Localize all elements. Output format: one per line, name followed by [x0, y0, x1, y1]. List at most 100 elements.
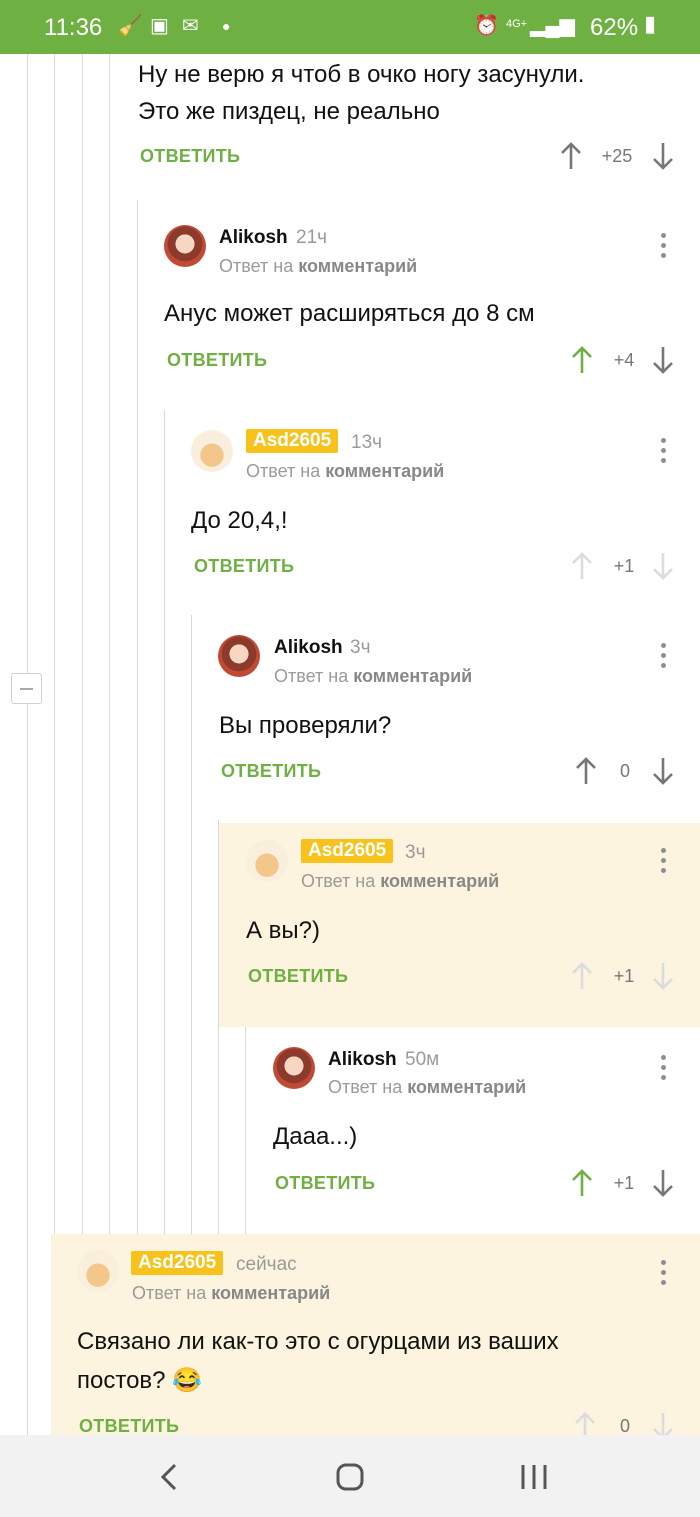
- reply-prefix: Ответ на: [301, 871, 376, 891]
- comment-author[interactable]: Alikosh: [274, 637, 343, 659]
- reply-button[interactable]: ОТВЕТИТЬ: [167, 350, 267, 371]
- status-bar: 11:36 🧹 ▣ ✉ ● ⏰ 4G+ ▂▄▆ 62% ▮: [0, 0, 700, 54]
- reply-to[interactable]: Ответ на комментарий: [132, 1283, 330, 1304]
- avatar[interactable]: [218, 635, 260, 677]
- upvote-icon[interactable]: [571, 1169, 593, 1197]
- more-options-icon[interactable]: [660, 1055, 666, 1081]
- downvote-icon[interactable]: [652, 346, 674, 374]
- comment-text: А вы?): [246, 917, 321, 944]
- downvote-icon[interactable]: [652, 962, 674, 990]
- comment: Alikosh 21ч Ответ на комментарий Анус мо…: [138, 205, 700, 405]
- collapse-thread-button[interactable]: [11, 673, 42, 704]
- reply-button[interactable]: ОТВЕТИТЬ: [140, 146, 240, 167]
- reply-prefix: Ответ на: [219, 256, 294, 276]
- downvote-icon[interactable]: [652, 757, 674, 785]
- comment-score: +1: [613, 1173, 635, 1193]
- comment-score: +4: [613, 350, 635, 370]
- reply-prefix: Ответ на: [246, 461, 321, 481]
- avatar[interactable]: [164, 225, 206, 267]
- upvote-icon[interactable]: [571, 552, 593, 580]
- comment: Asd2605 сейчас Ответ на комментарий Связ…: [51, 1234, 700, 1440]
- comment-text-line: постов? 😂: [77, 1367, 203, 1394]
- reply-prefix: Ответ на: [328, 1077, 403, 1097]
- thread-line: [27, 54, 28, 1435]
- downvote-icon[interactable]: [652, 552, 674, 580]
- comment: Asd2605 13ч Ответ на комментарий До 20,4…: [165, 410, 700, 615]
- comment-time: 3ч: [405, 842, 426, 863]
- more-options-icon[interactable]: [660, 848, 666, 874]
- dot-icon: ●: [222, 18, 231, 34]
- reply-to[interactable]: Ответ на комментарий: [274, 666, 472, 687]
- comment-score: +1: [613, 556, 635, 576]
- network-type: 4G+: [506, 18, 528, 30]
- reply-to[interactable]: Ответ на комментарий: [328, 1077, 526, 1098]
- comment-score: +25: [601, 146, 633, 166]
- image-icon: ▣: [150, 15, 169, 37]
- reply-button[interactable]: ОТВЕТИТЬ: [79, 1416, 179, 1437]
- comment: Alikosh 3ч Ответ на комментарий Вы прове…: [192, 615, 700, 820]
- comment-text: Вы проверяли?: [219, 712, 392, 739]
- avatar[interactable]: [77, 1250, 119, 1292]
- battery-level: 62%: [590, 14, 639, 41]
- comment-text: Дааа...): [273, 1123, 358, 1150]
- signal-icon: ▂▄▆: [530, 15, 575, 37]
- upvote-icon[interactable]: [571, 346, 593, 374]
- comment-time: 3ч: [350, 637, 371, 658]
- upvote-icon[interactable]: [575, 757, 597, 785]
- reply-button[interactable]: ОТВЕТИТЬ: [275, 1173, 375, 1194]
- thread-line: [109, 54, 110, 1234]
- alarm-icon: ⏰: [474, 15, 499, 37]
- mail-icon: ✉: [182, 15, 199, 37]
- comment-author[interactable]: Asd2605: [131, 1251, 224, 1275]
- reply-target[interactable]: комментарий: [353, 666, 472, 686]
- comment-score: 0: [619, 761, 630, 781]
- upvote-icon[interactable]: [560, 142, 582, 170]
- reply-target[interactable]: комментарий: [211, 1283, 330, 1303]
- avatar[interactable]: [273, 1047, 315, 1089]
- comment-text-line: Это же пиздец, не реально: [138, 98, 440, 125]
- thread-line: [54, 54, 55, 1234]
- navigation-bar: [0, 1435, 700, 1517]
- reply-to[interactable]: Ответ на комментарий: [301, 871, 499, 892]
- reply-target[interactable]: комментарий: [407, 1077, 526, 1097]
- comment-author[interactable]: Alikosh: [219, 227, 288, 249]
- upvote-icon[interactable]: [571, 962, 593, 990]
- comment-author[interactable]: Asd2605: [246, 429, 339, 453]
- more-options-icon[interactable]: [660, 643, 666, 669]
- reply-button[interactable]: ОТВЕТИТЬ: [194, 556, 294, 577]
- comment-top: Ну не верю я чтоб в очко ногу засунули. …: [110, 54, 700, 200]
- reply-button[interactable]: ОТВЕТИТЬ: [248, 966, 348, 987]
- comment-text: До 20,4,!: [191, 507, 288, 534]
- comment-time: 13ч: [351, 432, 383, 453]
- avatar[interactable]: [246, 840, 288, 882]
- reply-to[interactable]: Ответ на комментарий: [246, 461, 444, 482]
- broom-icon: 🧹: [118, 15, 143, 37]
- status-time: 11:36: [44, 14, 103, 41]
- recent-apps-icon[interactable]: [514, 1457, 554, 1497]
- comment-text: Анус может расширяться до 8 см: [164, 300, 535, 327]
- reply-button[interactable]: ОТВЕТИТЬ: [221, 761, 321, 782]
- comment-text-line: Связано ли как-то это с огурцами из ваши…: [77, 1328, 559, 1355]
- reply-prefix: Ответ на: [274, 666, 349, 686]
- reply-to[interactable]: Ответ на комментарий: [219, 256, 417, 277]
- comment-time: сейчас: [236, 1254, 297, 1275]
- comment-author[interactable]: Asd2605: [301, 839, 394, 863]
- home-icon[interactable]: [330, 1457, 370, 1497]
- reply-target[interactable]: комментарий: [298, 256, 417, 276]
- comment-time: 50м: [405, 1049, 440, 1070]
- reply-target[interactable]: комментарий: [380, 871, 499, 891]
- downvote-icon[interactable]: [652, 142, 674, 170]
- more-options-icon[interactable]: [660, 233, 666, 259]
- more-options-icon[interactable]: [660, 438, 666, 464]
- thread-line: [82, 54, 83, 1234]
- battery-icon: ▮: [644, 11, 657, 36]
- downvote-icon[interactable]: [652, 1169, 674, 1197]
- reply-prefix: Ответ на: [132, 1283, 207, 1303]
- avatar[interactable]: [191, 430, 233, 472]
- reply-target[interactable]: комментарий: [325, 461, 444, 481]
- back-icon[interactable]: [150, 1457, 190, 1497]
- comment-text-line: Ну не верю я чтоб в очко ногу засунули.: [138, 61, 585, 88]
- more-options-icon[interactable]: [660, 1260, 666, 1286]
- comment-score: +1: [613, 966, 635, 986]
- comment-author[interactable]: Alikosh: [328, 1049, 397, 1071]
